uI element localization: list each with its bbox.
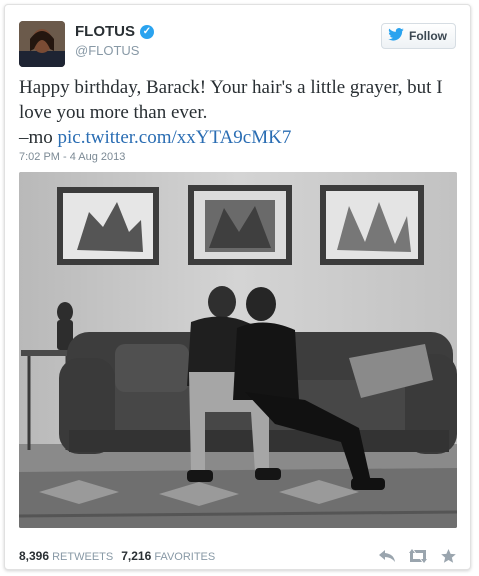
handle[interactable]: @FLOTUS <box>75 43 139 58</box>
favorites-stat[interactable]: 7,216 FAVORITES <box>121 549 215 563</box>
star-icon[interactable] <box>441 549 456 563</box>
reply-icon[interactable] <box>379 549 395 563</box>
favorites-label: FAVORITES <box>154 551 216 563</box>
tweet-actions <box>379 549 456 563</box>
retweets-label: RETWEETS <box>52 551 114 563</box>
frame-right <box>320 185 424 265</box>
favorites-count: 7,216 <box>121 549 152 563</box>
tweet-footer: 8,396 RETWEETS 7,216 FAVORITES <box>19 547 456 565</box>
follow-button[interactable]: Follow <box>381 23 456 49</box>
tweet-photo[interactable] <box>19 172 457 528</box>
display-name-text[interactable]: FLOTUS <box>75 23 135 40</box>
retweet-icon[interactable] <box>409 549 427 563</box>
frame-center <box>188 185 292 265</box>
tweet-text-line-1: Happy birthday, Barack! Your hair's a li… <box>19 77 443 98</box>
retweets-count: 8,396 <box>19 549 50 563</box>
twitter-bird-icon <box>388 28 404 44</box>
tweet-text-line-3: –mo pic.twitter.com/xxYTA9cMK7 <box>19 125 459 150</box>
tweet-stats: 8,396 RETWEETS 7,216 FAVORITES <box>19 549 215 563</box>
tweet-text: Happy birthday, Barack! Your hair's a li… <box>19 75 459 150</box>
tweet-text-line-2: love you more than ever. <box>19 102 208 123</box>
frame-left <box>57 187 159 265</box>
verified-badge-icon: ✓ <box>140 24 154 39</box>
avatar[interactable] <box>19 21 65 67</box>
follow-label: Follow <box>409 29 447 43</box>
timestamp[interactable]: 7:02 PM - 4 Aug 2013 <box>19 151 125 163</box>
retweets-stat[interactable]: 8,396 RETWEETS <box>19 549 113 563</box>
tweet-card: FLOTUS ✓ @FLOTUS Follow Happy birthday, … <box>4 4 471 570</box>
photo-link[interactable]: pic.twitter.com/xxYTA9cMK7 <box>58 127 292 148</box>
display-name[interactable]: FLOTUS ✓ <box>75 23 154 40</box>
signature: –mo <box>19 127 58 148</box>
